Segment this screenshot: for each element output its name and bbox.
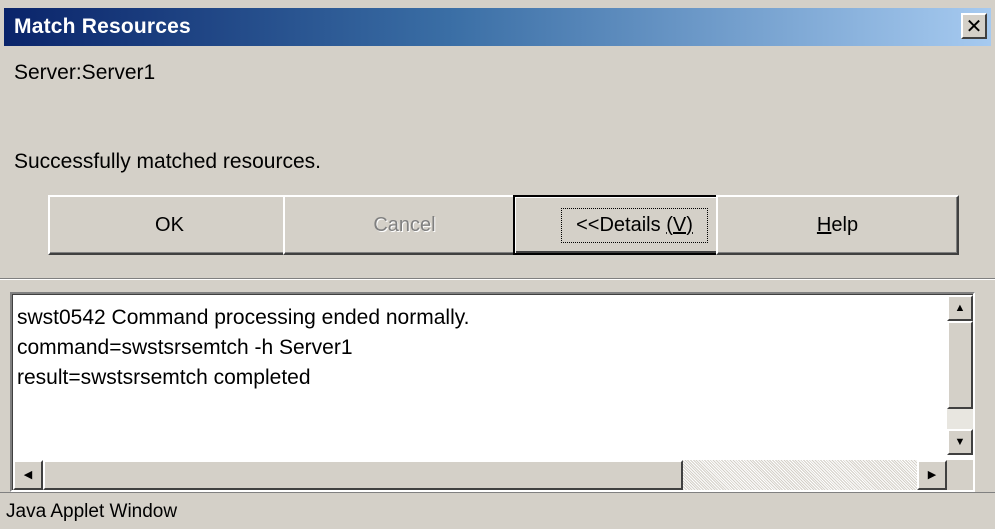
scroll-left-button[interactable]: ◀ bbox=[13, 460, 43, 490]
help-label-rest: elp bbox=[831, 213, 859, 236]
horizontal-scroll-thumb[interactable] bbox=[43, 460, 683, 490]
ok-button-label: OK bbox=[155, 213, 184, 236]
help-button-label: Help bbox=[817, 214, 858, 237]
applet-footer: Java Applet Window bbox=[0, 492, 995, 529]
close-button[interactable]: ✕ bbox=[961, 13, 987, 39]
help-button[interactable]: Help bbox=[716, 195, 959, 255]
details-line: result=swstsrsemtch completed bbox=[17, 366, 311, 389]
ok-button[interactable]: OK bbox=[48, 195, 291, 255]
title-bar[interactable]: Match Resources ✕ bbox=[4, 8, 991, 46]
cancel-button-label: Cancel bbox=[373, 213, 436, 236]
details-focus-ring: <<Details (V) bbox=[561, 207, 708, 243]
vertical-scrollbar[interactable]: ▲ ▼ bbox=[947, 295, 973, 455]
details-text-area[interactable]: swst0542 Command processing ended normal… bbox=[10, 292, 975, 492]
help-mnemonic: H bbox=[816, 213, 832, 236]
scroll-up-button[interactable]: ▲ bbox=[947, 295, 973, 321]
arrow-down-icon: ▼ bbox=[954, 435, 966, 448]
divider bbox=[0, 278, 995, 280]
window-title: Match Resources bbox=[14, 15, 191, 38]
scroll-right-button[interactable]: ▶ bbox=[917, 460, 947, 490]
details-button-label: <<Details bbox=[576, 213, 667, 236]
status-message: Successfully matched resources. bbox=[14, 150, 321, 173]
cancel-button[interactable]: Cancel bbox=[283, 195, 526, 255]
arrow-left-icon: ◀ bbox=[23, 468, 33, 481]
scroll-corner bbox=[947, 460, 973, 490]
horizontal-scrollbar[interactable]: ◀ ▶ bbox=[13, 460, 947, 490]
vertical-scroll-thumb[interactable] bbox=[947, 321, 973, 409]
footer-text: Java Applet Window bbox=[6, 501, 178, 522]
details-line: command=swstsrsemtch -h Server1 bbox=[17, 336, 353, 359]
details-line: swst0542 Command processing ended normal… bbox=[17, 306, 470, 329]
close-icon: ✕ bbox=[965, 14, 983, 38]
scroll-down-button[interactable]: ▼ bbox=[947, 429, 973, 455]
arrow-up-icon: ▲ bbox=[954, 301, 966, 314]
details-mnemonic: (V) bbox=[666, 213, 693, 236]
details-inner: swst0542 Command processing ended normal… bbox=[12, 294, 973, 490]
arrow-right-icon: ▶ bbox=[927, 468, 937, 481]
match-resources-dialog: Match Resources ✕ Server:Server1 Success… bbox=[0, 0, 995, 529]
horizontal-scroll-track[interactable] bbox=[683, 460, 917, 490]
server-label: Server:Server1 bbox=[14, 61, 156, 84]
details-content: swst0542 Command processing ended normal… bbox=[17, 303, 470, 393]
